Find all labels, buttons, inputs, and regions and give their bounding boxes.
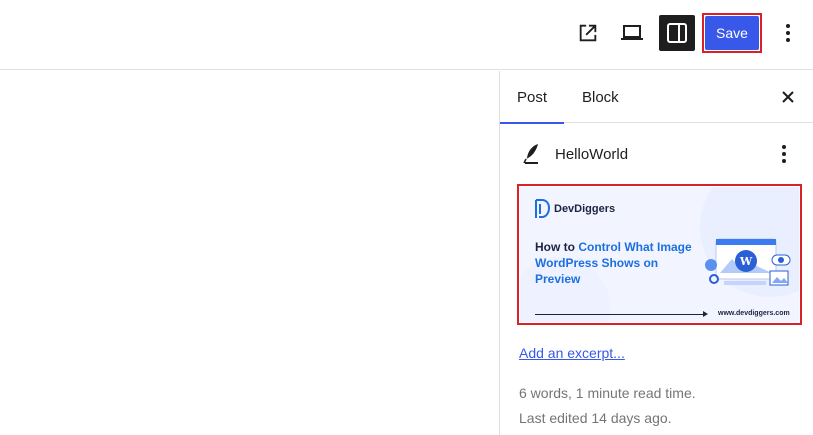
close-icon	[782, 91, 794, 103]
editor-header: Save	[0, 0, 813, 70]
preview-button[interactable]	[616, 16, 648, 50]
featured-url: www.devdiggers.com	[718, 310, 790, 317]
featured-headline: How to Control What Image WordPress Show…	[535, 239, 705, 287]
tab-post[interactable]: Post	[500, 71, 564, 124]
external-link-icon	[579, 24, 597, 42]
editor-canvas[interactable]	[0, 71, 499, 435]
wordpress-illustration: W	[705, 238, 791, 286]
brand: DevDiggers	[533, 198, 615, 220]
post-title: HelloWorld	[555, 146, 629, 163]
last-edited-text: Last edited 14 days ago.	[519, 410, 672, 426]
brand-name: DevDiggers	[554, 203, 616, 215]
options-button[interactable]	[776, 16, 800, 50]
vertical-ellipsis-icon	[782, 145, 786, 163]
footer-divider	[535, 314, 705, 315]
add-excerpt-link[interactable]: Add an excerpt...	[519, 345, 625, 361]
word-count-stats: 6 words, 1 minute read time.	[519, 385, 696, 401]
view-post-button[interactable]	[572, 16, 604, 50]
quill-icon	[523, 144, 538, 164]
laptop-icon	[621, 25, 643, 40]
settings-sidebar: Post Block HelloWorld DevDiggers How to …	[499, 71, 813, 435]
headline-prefix: How to	[535, 240, 579, 254]
devdiggers-logo-icon	[535, 199, 551, 218]
settings-toggle-button[interactable]	[659, 15, 695, 51]
featured-image[interactable]: DevDiggers How to Control What Image Wor…	[520, 187, 799, 322]
close-settings-button[interactable]	[776, 85, 800, 109]
vertical-ellipsis-icon	[786, 24, 790, 42]
post-summary-row: HelloWorld	[500, 137, 813, 171]
tab-block[interactable]: Block	[582, 71, 619, 123]
post-actions-button[interactable]	[774, 142, 794, 166]
save-button[interactable]: Save	[705, 16, 759, 50]
sidebar-tabs: Post Block	[500, 71, 813, 124]
arrow-icon	[703, 311, 708, 317]
svg-text:W: W	[739, 255, 753, 268]
sidebar-toggle-icon	[667, 23, 687, 43]
